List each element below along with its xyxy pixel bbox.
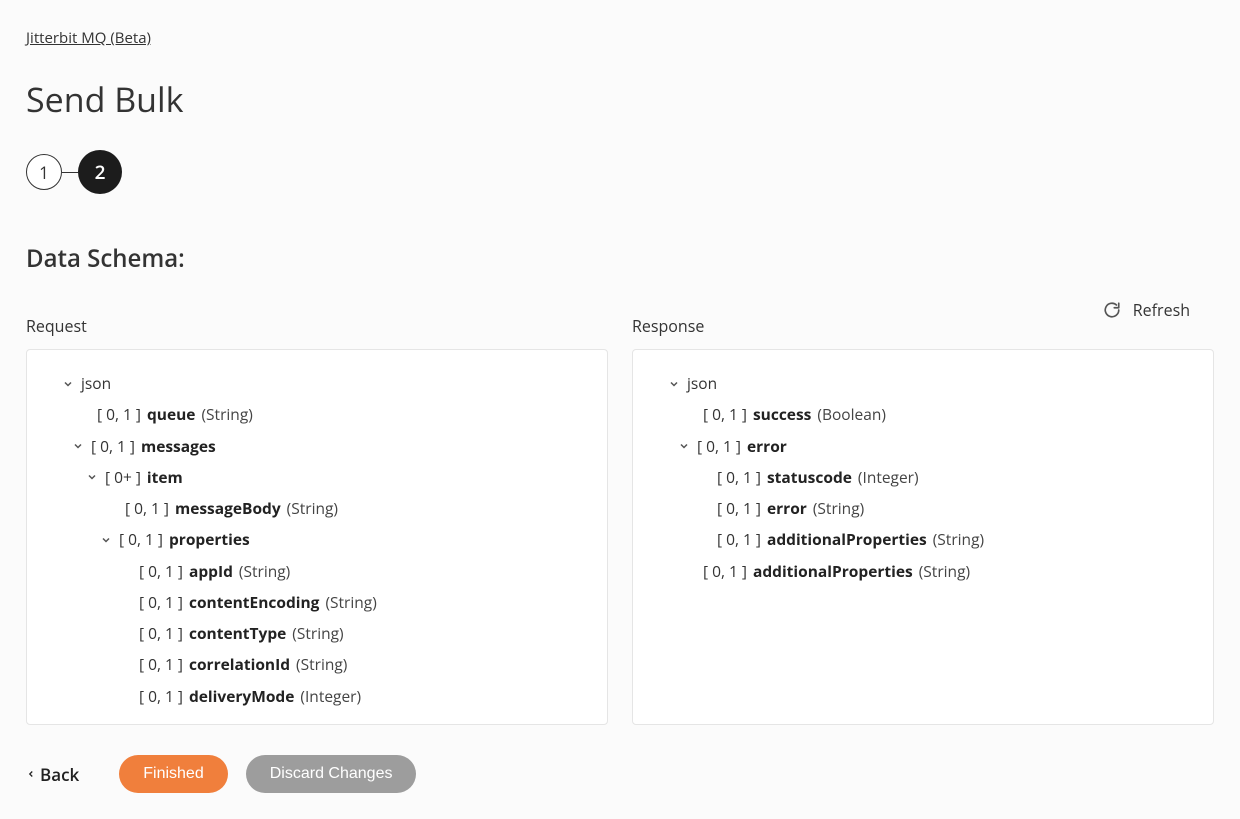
node-label: json <box>687 372 717 395</box>
field-type: (Integer) <box>300 685 361 708</box>
stepper: 1 2 <box>26 150 1214 194</box>
field-name: item <box>147 466 183 489</box>
cardinality: [ 0, 1 ] <box>703 560 747 583</box>
cardinality: [ 0, 1 ] <box>697 435 741 458</box>
field-type: (String) <box>292 622 343 645</box>
chevron-down-icon <box>85 471 99 483</box>
field-name: success <box>753 403 811 426</box>
chevron-down-icon <box>677 440 691 452</box>
tree-row[interactable]: [ 0, 1 ] contentType (String) <box>37 618 597 649</box>
field-type: (Boolean) <box>817 403 886 426</box>
tree-row[interactable]: [ 0, 1 ] statuscode (Integer) <box>643 462 1203 493</box>
field-type: (String) <box>239 560 290 583</box>
response-label: Response <box>632 315 1214 337</box>
cardinality: [ 0, 1 ] <box>703 403 747 426</box>
discard-changes-button[interactable]: Discard Changes <box>246 755 417 793</box>
response-schema-panel: json [ 0, 1 ] success (Boolean) [ 0, 1 ]… <box>632 349 1214 725</box>
tree-row[interactable]: [ 0, 1 ] queue (String) <box>37 399 597 430</box>
cardinality: [ 0+ ] <box>105 466 141 489</box>
tree-row[interactable]: [ 0, 1 ] properties <box>37 524 597 555</box>
request-label: Request <box>26 315 608 337</box>
field-name: additionalProperties <box>753 560 913 583</box>
cardinality: [ 0, 1 ] <box>139 622 183 645</box>
tree-row[interactable]: [ 0, 1 ] additionalProperties (String) <box>643 524 1203 555</box>
tree-row[interactable]: [ 0, 1 ] additionalProperties (String) <box>643 556 1203 587</box>
field-type: (String) <box>933 528 984 551</box>
field-type: (String) <box>919 560 970 583</box>
chevron-down-icon <box>71 440 85 452</box>
cardinality: [ 0, 1 ] <box>125 497 169 520</box>
footer-actions: Back Finished Discard Changes <box>26 755 416 793</box>
tree-row[interactable]: [ 0, 1 ] deliveryMode (Integer) <box>37 681 597 712</box>
tree-row[interactable]: [ 0, 1 ] success (Boolean) <box>643 399 1203 430</box>
breadcrumb-link[interactable]: Jitterbit MQ (Beta) <box>26 28 151 48</box>
back-button[interactable]: Back <box>26 763 79 786</box>
chevron-down-icon <box>61 378 75 390</box>
step-1[interactable]: 1 <box>26 154 62 190</box>
field-type: (String) <box>296 653 347 676</box>
field-type: (Integer) <box>858 466 919 489</box>
cardinality: [ 0, 1 ] <box>717 466 761 489</box>
field-name: appId <box>189 560 233 583</box>
tree-row[interactable]: [ 0, 1 ] error (String) <box>643 493 1203 524</box>
field-name: error <box>767 497 807 520</box>
tree-row[interactable]: [ 0, 1 ] contentEncoding (String) <box>37 587 597 618</box>
field-name: contentType <box>189 622 286 645</box>
finished-button[interactable]: Finished <box>119 755 227 793</box>
field-name: correlationId <box>189 653 290 676</box>
tree-row[interactable]: [ 0, 1 ] messages <box>37 431 597 462</box>
field-name: statuscode <box>767 466 852 489</box>
field-name: additionalProperties <box>767 528 927 551</box>
field-name: messages <box>141 435 216 458</box>
tree-row[interactable]: [ 0, 1 ] messageBody (String) <box>37 493 597 524</box>
chevron-down-icon <box>99 534 113 546</box>
field-name: messageBody <box>175 497 281 520</box>
cardinality: [ 0, 1 ] <box>717 528 761 551</box>
request-schema-panel: json [ 0, 1 ] queue (String) [ 0, 1 ] me… <box>26 349 608 725</box>
node-label: json <box>81 372 111 395</box>
field-name: contentEncoding <box>189 591 319 614</box>
field-type: (String) <box>325 591 376 614</box>
tree-row[interactable]: json <box>37 368 597 399</box>
field-type: (String) <box>813 497 864 520</box>
cardinality: [ 0, 1 ] <box>139 560 183 583</box>
tree-row[interactable]: [ 0, 1 ] appId (String) <box>37 556 597 587</box>
tree-row[interactable]: [ 0, 1 ] correlationId (String) <box>37 649 597 680</box>
field-name: deliveryMode <box>189 685 294 708</box>
field-name: error <box>747 435 787 458</box>
back-label: Back <box>40 763 79 786</box>
cardinality: [ 0, 1 ] <box>139 653 183 676</box>
cardinality: [ 0, 1 ] <box>139 685 183 708</box>
step-2[interactable]: 2 <box>78 150 122 194</box>
cardinality: [ 0, 1 ] <box>97 403 141 426</box>
cardinality: [ 0, 1 ] <box>119 528 163 551</box>
cardinality: [ 0, 1 ] <box>717 497 761 520</box>
field-name: properties <box>169 528 250 551</box>
field-type: (String) <box>287 497 338 520</box>
field-name: queue <box>147 403 196 426</box>
chevron-down-icon <box>667 378 681 390</box>
tree-row[interactable]: [ 0, 1 ] error <box>643 431 1203 462</box>
tree-row[interactable]: json <box>643 368 1203 399</box>
step-connector <box>62 172 78 173</box>
cardinality: [ 0, 1 ] <box>139 591 183 614</box>
tree-row[interactable]: [ 0+ ] item <box>37 462 597 493</box>
section-title: Data Schema: <box>26 242 1214 275</box>
cardinality: [ 0, 1 ] <box>91 435 135 458</box>
page-title: Send Bulk <box>26 76 1214 122</box>
field-type: (String) <box>201 403 252 426</box>
